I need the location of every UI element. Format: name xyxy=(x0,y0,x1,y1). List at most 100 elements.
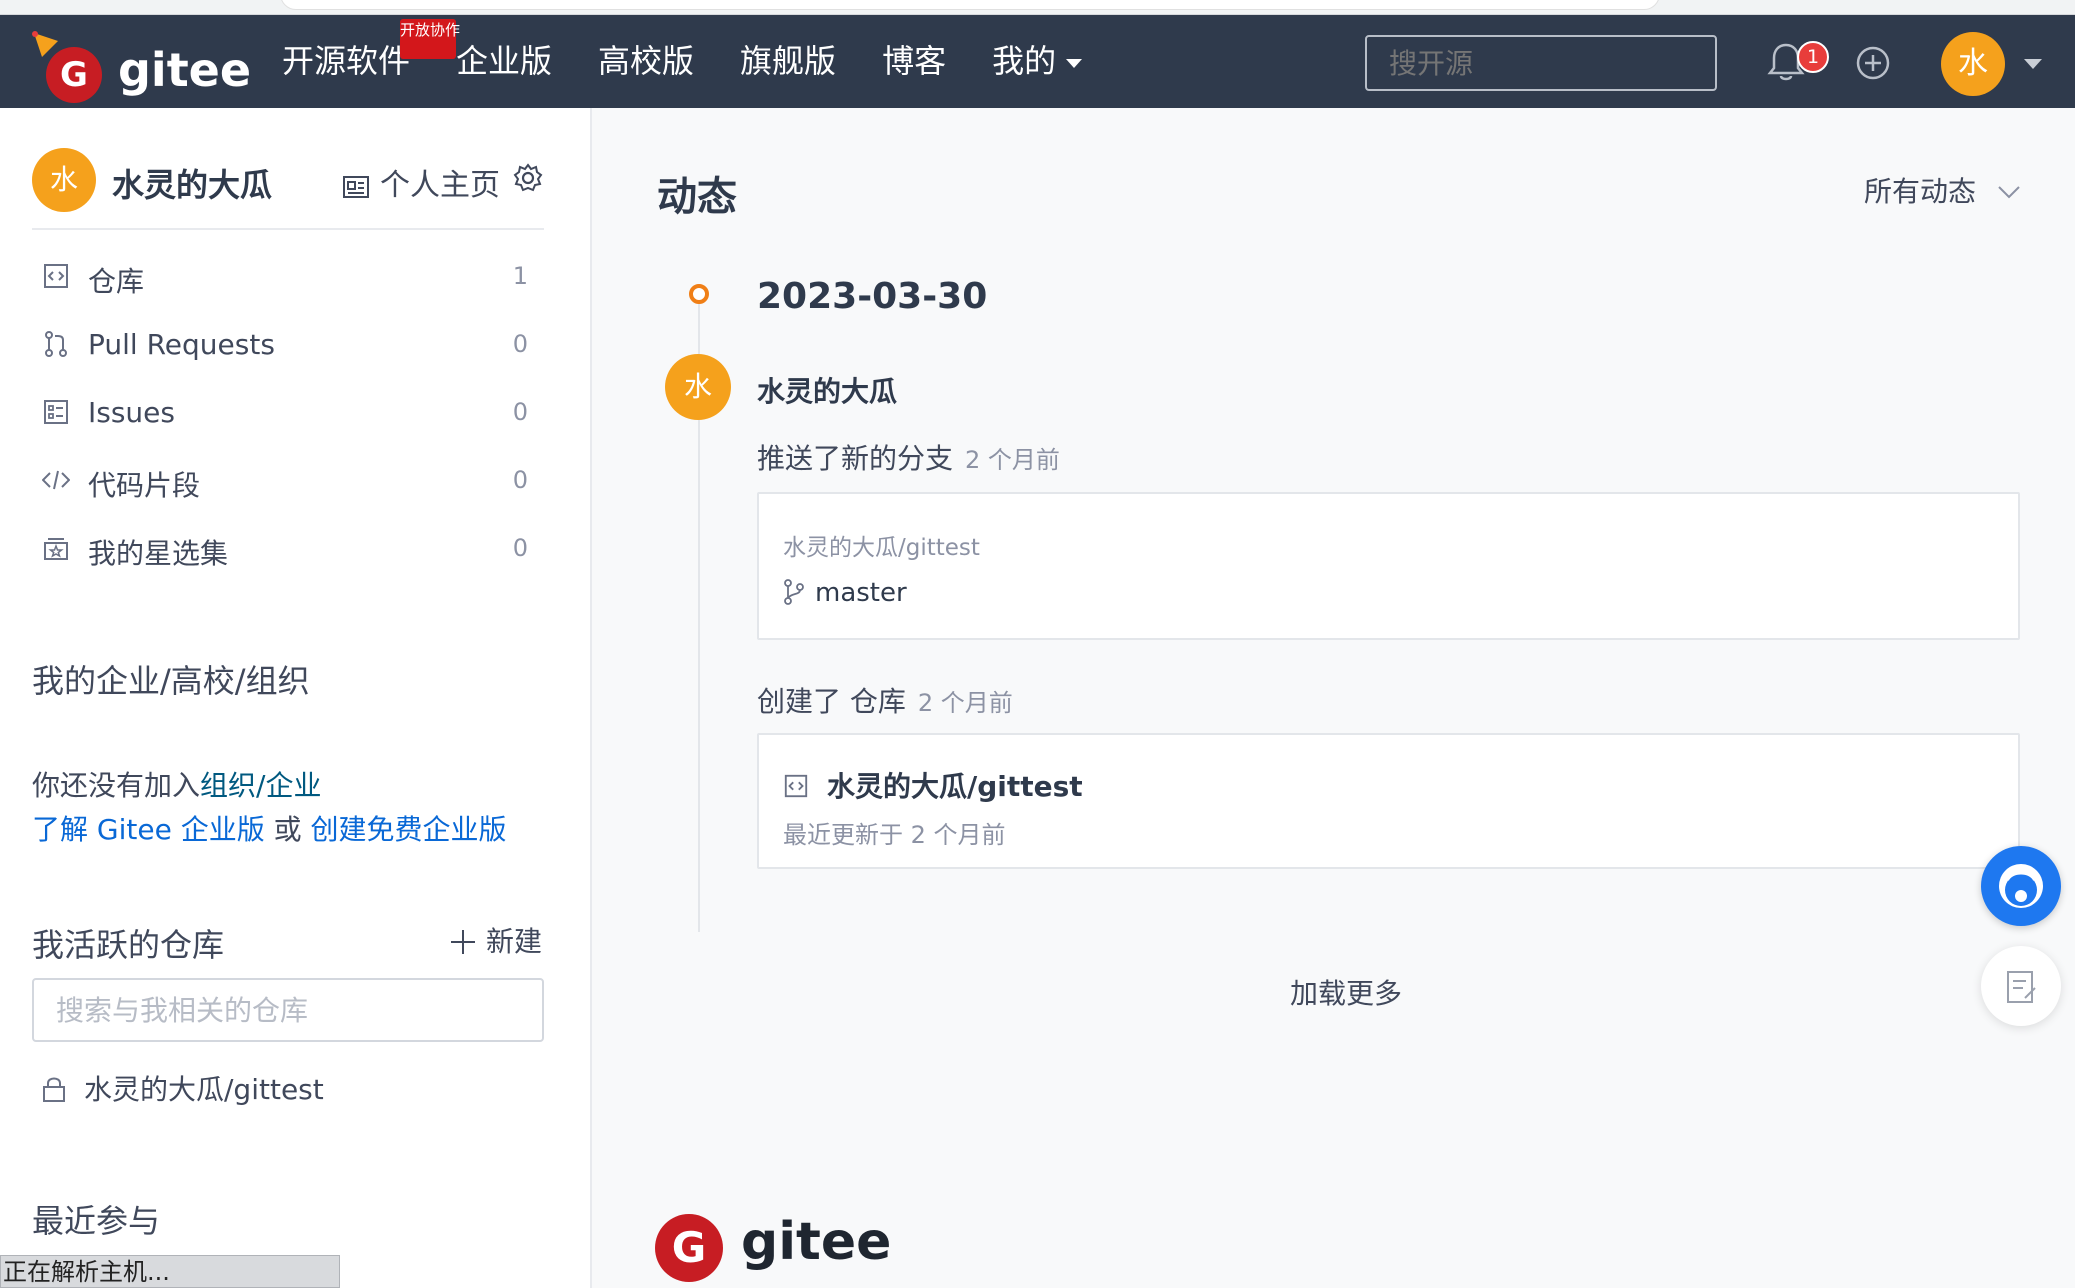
sidebar-item-star-collections[interactable]: 我的星选集 0 xyxy=(32,516,544,584)
branch-icon xyxy=(784,579,804,605)
active-repo-name: 水灵的大瓜/gittest xyxy=(84,1073,324,1106)
repo-updated-text: 最近更新于 2 个月前 xyxy=(783,821,1006,849)
chevron-down-icon xyxy=(1998,186,2020,199)
nav-mine[interactable]: 我的 xyxy=(992,15,1083,108)
nav-mine-label: 我的 xyxy=(992,42,1057,80)
org-empty-text: 你还没有加入组织/企业 xyxy=(32,764,321,808)
create-repo-card: 水灵的大瓜/gittest 最近更新于 2 个月前 xyxy=(757,733,2020,869)
plus-icon xyxy=(451,930,475,954)
nav-enterprise[interactable]: 企业版 xyxy=(456,15,552,108)
browser-tab-strip xyxy=(0,0,2075,15)
push-branch-card: 水灵的大瓜/gittest master xyxy=(757,492,2020,640)
nav-blog[interactable]: 博客 xyxy=(882,15,946,108)
event-create-repo: 创建了 仓库 2 个月前 xyxy=(757,680,1013,720)
chat-bubble-icon xyxy=(1999,864,2043,908)
avatar-caret-down-icon[interactable] xyxy=(2024,59,2042,69)
sidebar-divider xyxy=(32,228,544,230)
new-repo-button[interactable]: 新建 xyxy=(450,920,542,960)
sidebar-menu: 仓库 1 Pull Requests 0 Issues 0 代码片段 0 我的星… xyxy=(32,244,544,584)
sidebar-item-label: 代码片段 xyxy=(88,469,201,502)
gitee-logo-text: gitee xyxy=(118,43,252,97)
nav-open-source-label: 开源软件 xyxy=(282,42,411,80)
user-avatar[interactable]: 水 xyxy=(1941,32,2005,96)
notification-count-badge: 1 xyxy=(1797,41,1829,73)
event-action-text: 推送了新的分支 xyxy=(757,442,954,475)
repo-icon xyxy=(784,774,808,798)
created-repo-name: 水灵的大瓜/gittest xyxy=(827,770,1083,803)
created-repo-link[interactable]: 水灵的大瓜/gittest xyxy=(783,765,1083,805)
sidebar-item-issues[interactable]: Issues 0 xyxy=(32,380,544,448)
nav-flagship[interactable]: 旗舰版 xyxy=(740,15,836,108)
event-time: 2 个月前 xyxy=(917,689,1013,717)
sidebar-item-count: 0 xyxy=(512,330,528,358)
sidebar-item-count: 0 xyxy=(512,534,528,562)
create-free-enterprise-link[interactable]: 创建免费企业版 xyxy=(311,813,507,846)
repo-search-input[interactable] xyxy=(32,978,544,1042)
sidebar-item-pull-requests[interactable]: Pull Requests 0 xyxy=(32,312,544,380)
id-card-icon xyxy=(343,176,369,198)
profile-avatar[interactable]: 水 xyxy=(32,148,96,212)
timeline-date: 2023-03-30 xyxy=(757,276,988,317)
activity-filter-dropdown[interactable]: 所有动态 xyxy=(1864,170,2021,210)
nav-links: 开源软件 开放协作 企业版 高校版 旗舰版 博客 我的 xyxy=(282,15,1128,108)
repo-icon xyxy=(44,264,68,288)
feedback-button[interactable] xyxy=(1981,946,2061,1026)
load-more-button[interactable]: 加载更多 xyxy=(690,946,2002,1042)
or-text: 或 xyxy=(273,813,302,846)
edit-note-icon xyxy=(2007,971,2036,1003)
issues-icon xyxy=(44,400,68,424)
profile-row: 水 水灵的大瓜 个人主页 xyxy=(32,148,544,212)
nav-open-source[interactable]: 开源软件 开放协作 xyxy=(282,15,460,108)
sidebar-item-label: 我的星选集 xyxy=(88,537,229,570)
browser-address-area xyxy=(280,0,1660,10)
sidebar-item-count: 0 xyxy=(512,466,528,494)
lock-icon xyxy=(43,1077,65,1102)
event-action-text: 创建了 仓库 xyxy=(757,685,906,718)
new-label: 新建 xyxy=(486,925,543,958)
sidebar-item-snippets[interactable]: 代码片段 0 xyxy=(32,448,544,516)
star-collection-icon xyxy=(44,538,68,560)
footer-gitee-logo[interactable]: G gitee xyxy=(655,1212,895,1284)
org-section-title: 我的企业/高校/组织 xyxy=(32,662,310,700)
nav-university[interactable]: 高校版 xyxy=(598,15,694,108)
top-navbar: G gitee 开源软件 开放协作 企业版 高校版 旗舰版 博客 我的 1 水 xyxy=(0,15,2075,108)
page-title: 动态 xyxy=(657,174,737,220)
org-link[interactable]: 组织 xyxy=(200,769,256,802)
branch-name: master xyxy=(815,578,907,608)
activity-filter-label: 所有动态 xyxy=(1864,175,1977,208)
gitee-logo[interactable]: G gitee xyxy=(32,23,252,103)
timeline-dot xyxy=(689,284,709,304)
org-empty-prefix: 你还没有加入 xyxy=(32,769,201,802)
org-links-row: 了解 Gitee 企业版 或 创建免费企业版 xyxy=(32,808,507,852)
gitee-logo-mark: G xyxy=(46,47,102,103)
active-repo-item[interactable]: 水灵的大瓜/gittest xyxy=(32,1068,324,1108)
enterprise-link[interactable]: 企业 xyxy=(265,769,321,802)
open-collab-badge: 开放协作 xyxy=(400,19,460,59)
sidebar-item-label: Issues xyxy=(88,396,175,429)
profile-username[interactable]: 水灵的大瓜 xyxy=(112,160,272,206)
add-plus-icon[interactable] xyxy=(1855,45,1891,81)
sidebar-item-repos[interactable]: 仓库 1 xyxy=(32,244,544,312)
branch-link[interactable]: master xyxy=(783,578,907,608)
code-icon xyxy=(42,470,70,490)
personal-homepage-link[interactable]: 个人主页 xyxy=(342,160,500,204)
sidebar-item-label: 仓库 xyxy=(88,265,145,298)
active-repos-title: 我活跃的仓库 xyxy=(32,926,225,964)
nav-search-input[interactable] xyxy=(1365,35,1717,91)
feed-avatar[interactable]: 水 xyxy=(665,354,731,420)
card-repo-link[interactable]: 水灵的大瓜/gittest xyxy=(783,528,980,562)
sidebar-item-label: Pull Requests xyxy=(88,328,275,361)
event-time: 2 个月前 xyxy=(965,446,1060,474)
footer-logo-mark: G xyxy=(655,1214,723,1282)
chat-support-button[interactable] xyxy=(1981,846,2061,926)
sidebar-item-count: 1 xyxy=(512,262,528,290)
sidebar-item-count: 0 xyxy=(512,398,528,426)
pull-request-icon xyxy=(45,331,67,357)
browser-status-bar: 正在解析主机... xyxy=(0,1255,340,1288)
gear-icon[interactable] xyxy=(512,162,544,194)
feed-username[interactable]: 水灵的大瓜 xyxy=(757,370,897,410)
footer-logo-text: gitee xyxy=(741,1212,892,1272)
learn-enterprise-link[interactable]: 了解 Gitee 企业版 xyxy=(32,813,265,846)
recent-participation-title: 最近参与 xyxy=(32,1202,161,1240)
left-sidebar: 水 水灵的大瓜 个人主页 仓库 1 Pull Requests 0 Issues… xyxy=(0,108,592,1288)
